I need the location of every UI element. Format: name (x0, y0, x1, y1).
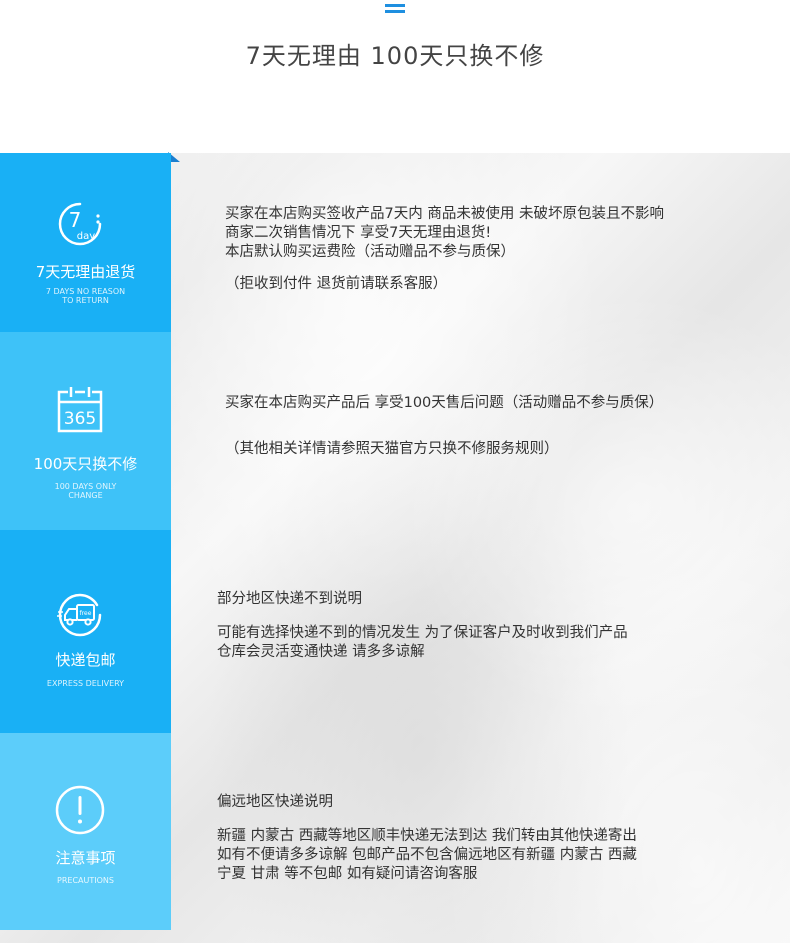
content-line: 可能有选择快递不到的情况发生 为了保证客户及时收到我们产品 (217, 625, 628, 641)
content-heading: 偏远地区快递说明 (217, 794, 333, 810)
section-sidebar: 365 100天只换不修 100 DAYS ONLY CHANGE (0, 332, 171, 530)
section-title: 7天无理由退货 (35, 263, 136, 281)
subtitle-line: 7 DAYS NO REASON (45, 287, 126, 296)
subtitle-line: CHANGE (68, 491, 103, 500)
content-note: （拒收到付件 退货前请联系客服） (225, 276, 448, 292)
delivery-truck-icon: free (57, 593, 102, 637)
section-precautions: 注意事项 PRECAUTIONS 偏远地区快递说明 新疆 内蒙古 西藏等地区顺丰… (0, 733, 790, 930)
subtitle-line: EXPRESS DELIVERY (46, 679, 125, 688)
title-decoration-icon (385, 4, 405, 18)
section-content: 部分地区快递不到说明 可能有选择快递不到的情况发生 为了保证客户及时收到我们产品… (217, 590, 628, 662)
section-sidebar: free 快递包邮 EXPRESS DELIVERY (0, 530, 171, 733)
section-100day-change: 365 100天只换不修 100 DAYS ONLY CHANGE 买家在本店购… (0, 332, 790, 530)
section-title: 100天只换不修 (33, 455, 138, 473)
section-content: 买家在本店购买签收产品7天内 商品未被使用 未破坏原包装且不影响 商家二次销售情… (225, 205, 664, 294)
section-sidebar: 7 day 7天无理由退货 7 DAYS NO REASON TO RETURN (0, 153, 171, 332)
section-title: 快递包邮 (55, 651, 116, 669)
icon-badge: free (80, 610, 92, 617)
section-content: 买家在本店购买产品后 享受100天售后问题（活动赠品不参与质保） （其他相关详情… (225, 394, 663, 459)
section-subtitle: PRECAUTIONS (25, 876, 146, 885)
content-note: （其他相关详情请参照天猫官方只换不修服务规则） (225, 441, 559, 457)
content-heading: 部分地区快递不到说明 (217, 591, 362, 607)
section-content: 偏远地区快递说明 新疆 内蒙古 西藏等地区顺丰快递无法到达 我们转由其他快递寄出… (217, 793, 637, 884)
icon-number: 7 (69, 208, 82, 232)
content-line: 买家在本店购买产品后 享受100天售后问题（活动赠品不参与质保） (225, 395, 664, 411)
icon-unit: day (77, 231, 95, 242)
content-line: 新疆 内蒙古 西藏等地区顺丰快递无法到达 我们转由其他快递寄出 (217, 828, 637, 844)
section-subtitle: 7 DAYS NO REASON TO RETURN (25, 287, 146, 305)
section-subtitle: EXPRESS DELIVERY (25, 679, 146, 688)
section-title: 注意事项 (55, 849, 116, 867)
section-sidebar: 注意事项 PRECAUTIONS (0, 733, 171, 930)
content-line: 仓库会灵活变通快递 请多多谅解 (217, 644, 425, 660)
icon-number: 365 (64, 409, 96, 429)
content-line: 买家在本店购买签收产品7天内 商品未被使用 未破坏原包装且不影响 (225, 206, 664, 222)
section-7day-return: 7 day 7天无理由退货 7 DAYS NO REASON TO RETURN… (0, 153, 790, 332)
7-day-icon: 7 day (58, 202, 102, 246)
subtitle-line: 100 DAYS ONLY (54, 482, 117, 491)
exclamation-icon (55, 785, 105, 835)
content-line: 本店默认购买运费险（活动赠品不参与质保） (225, 244, 515, 260)
subtitle-line: PRECAUTIONS (57, 876, 114, 885)
content-line: 如有不便请多多谅解 包邮产品不包含偏远地区有新疆 内蒙古 西藏 (217, 847, 637, 863)
page-title: 7天无理由 100天只换不修 (245, 42, 545, 70)
content-line: 商家二次销售情况下 享受7天无理由退货! (225, 225, 492, 241)
calendar-365-icon: 365 (57, 387, 103, 433)
section-free-delivery: free 快递包邮 EXPRESS DELIVERY 部分地区快递不到说明 可能… (0, 530, 790, 733)
section-subtitle: 100 DAYS ONLY CHANGE (25, 482, 146, 500)
content-line: 宁夏 甘肃 等不包邮 如有疑问请咨询客服 (217, 866, 478, 882)
subtitle-line: TO RETURN (62, 296, 109, 305)
